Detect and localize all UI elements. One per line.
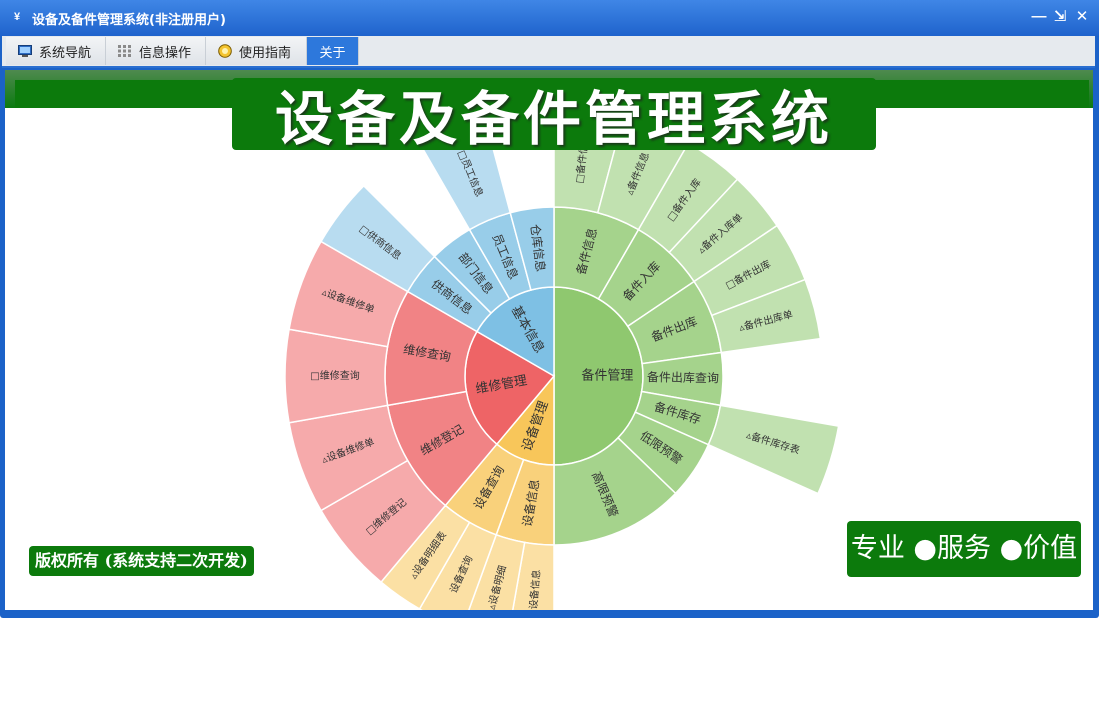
tab-label: 系统导航 <box>39 45 92 61</box>
copyright-label: 版权所有 (系统支持二次开发) <box>29 546 254 576</box>
tab-info-operations[interactable]: 信息操作 <box>106 37 206 65</box>
grid-icon <box>118 45 131 57</box>
app-window: ¥ 设备及备件管理系统(非注册用户) — ⇲ ✕ 系统导航 信息操作 使用指南 … <box>0 0 1099 618</box>
tab-label: 信息操作 <box>139 45 192 61</box>
tab-user-guide[interactable]: 使用指南 <box>206 37 307 65</box>
title-bar[interactable]: ¥ 设备及备件管理系统(非注册用户) — ⇲ ✕ <box>0 0 1099 36</box>
tab-label: 关于 <box>319 45 346 61</box>
window-title: 设备及备件管理系统(非注册用户) <box>32 13 226 28</box>
sunburst-child-label: 备件出库查询 <box>647 369 719 385</box>
sunburst-root-label: 备件管理 <box>581 368 633 384</box>
sunburst-leaf-label: □维修查询 <box>310 369 359 382</box>
minimize-button[interactable]: — <box>1030 8 1048 26</box>
tab-label: 使用指南 <box>239 45 292 61</box>
about-panel: 备件管理 备件信息 □备件信息 ▵备件信息 备件入库 □备件入库 ▵备件入库单 备件出库 □备件… <box>5 70 1093 610</box>
sunburst-leaf-sector[interactable] <box>707 404 840 495</box>
monitor-icon <box>18 45 32 57</box>
restore-button[interactable]: ⇲ <box>1051 8 1069 26</box>
menu-tab-bar: 系统导航 信息操作 使用指南 关于 <box>2 36 1095 68</box>
tab-about[interactable]: 关于 <box>307 37 359 65</box>
help-icon <box>218 44 232 58</box>
tab-system-navigation[interactable]: 系统导航 <box>6 37 106 65</box>
slogan-label: 专业 ●服务 ●价值 <box>847 521 1081 577</box>
close-button[interactable]: ✕ <box>1073 8 1091 26</box>
app-logo-icon: ¥ <box>13 11 21 23</box>
system-title-banner: 设备及备件管理系统 <box>232 78 876 153</box>
